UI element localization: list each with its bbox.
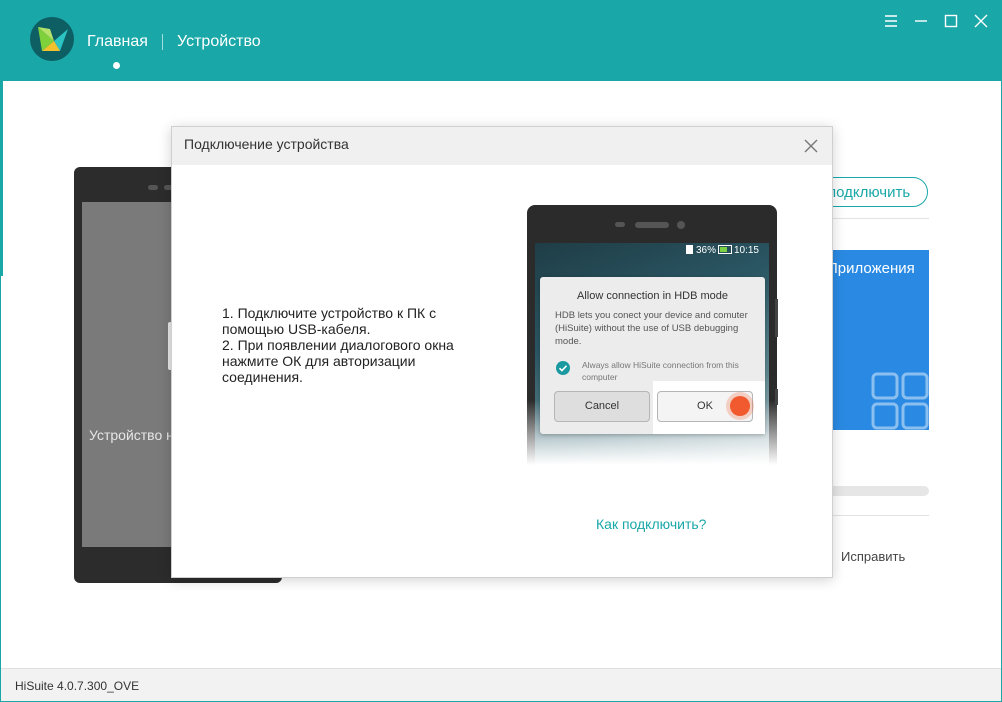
instruction-step-1: 1. Подключите устройство к ПК с помощью … bbox=[222, 305, 437, 337]
dialog-title: Подключение устройства bbox=[184, 136, 349, 152]
title-bar: Главная Устройство bbox=[1, 1, 1001, 81]
battery-percent: 36% bbox=[695, 245, 716, 256]
close-icon[interactable] bbox=[972, 12, 990, 30]
phone-earpiece bbox=[635, 222, 669, 228]
prompt-cancel-button: Cancel bbox=[554, 391, 650, 422]
checkmark-icon bbox=[556, 361, 570, 375]
device-status-text: Устройство н bbox=[89, 427, 174, 443]
dialog-header: Подключение устройства bbox=[172, 127, 832, 165]
how-to-connect-link[interactable]: Как подключить? bbox=[596, 516, 706, 532]
phone-power-key bbox=[775, 389, 778, 405]
hisuite-logo bbox=[30, 17, 74, 61]
left-accent-strip bbox=[1, 81, 3, 276]
phone-sensor bbox=[615, 222, 625, 227]
phone-camera bbox=[677, 221, 685, 229]
prompt-title: Allow connection in HDB mode bbox=[576, 290, 729, 302]
apps-card-label: Приложения bbox=[827, 260, 915, 277]
phone-status-bar: 36% 10:15 bbox=[685, 245, 759, 256]
minimize-icon[interactable] bbox=[912, 12, 930, 30]
connect-device-dialog: Подключение устройства 1. Подключите уст… bbox=[171, 126, 833, 578]
dialog-close-icon[interactable] bbox=[804, 139, 818, 158]
apps-grid-icon bbox=[871, 372, 929, 430]
hisuite-window: Главная Устройство Устройство н подключи… bbox=[0, 0, 1002, 702]
phone-time: 10:15 bbox=[733, 245, 759, 256]
tap-indicator-icon bbox=[730, 396, 750, 416]
version-label: HiSuite 4.0.7.300_OVE bbox=[15, 679, 140, 693]
status-bar: HiSuite 4.0.7.300_OVE bbox=[1, 668, 1001, 701]
phone-sensor bbox=[148, 185, 158, 190]
instruction-step-2: 2. При появлении диалогового окна нажмит… bbox=[222, 337, 454, 385]
menu-icon[interactable] bbox=[882, 12, 900, 30]
phone-volume-key bbox=[775, 299, 778, 337]
prompt-ok-label: OK bbox=[697, 400, 713, 412]
fix-link[interactable]: Исправить bbox=[841, 549, 905, 564]
active-tab-indicator bbox=[113, 62, 120, 69]
connection-instructions: 1. Подключите устройство к ПК с помощью … bbox=[222, 305, 492, 385]
always-allow-label: Always allow HiSuite connection from thi… bbox=[582, 360, 739, 382]
hdb-permission-prompt: Allow connection in HDB mode HDB lets yo… bbox=[540, 277, 765, 434]
battery-icon bbox=[717, 245, 732, 254]
nav-device-tab[interactable]: Устройство bbox=[177, 33, 261, 51]
prompt-body: HDB lets you conect your device and comu… bbox=[555, 310, 748, 347]
nav-home-tab[interactable]: Главная bbox=[87, 33, 148, 51]
sim-icon bbox=[685, 245, 693, 254]
nav-separator bbox=[162, 34, 163, 50]
maximize-icon[interactable] bbox=[942, 12, 960, 30]
